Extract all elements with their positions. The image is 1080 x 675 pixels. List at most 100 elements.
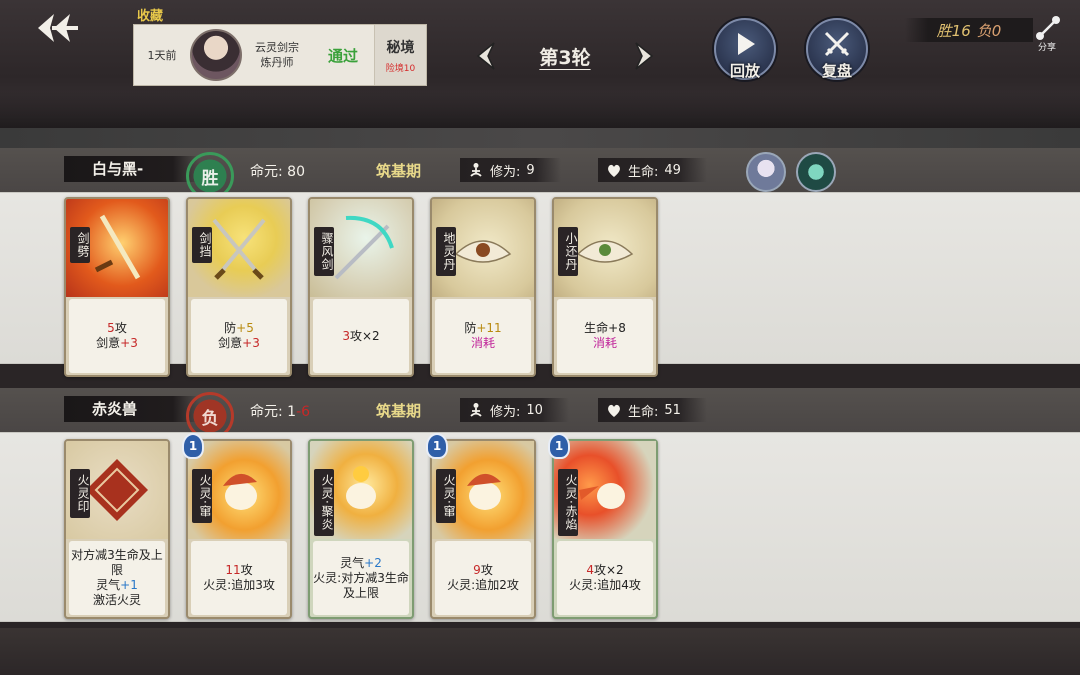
card-desc-line: 剑意+3: [218, 336, 260, 351]
player2-realm: 筑基期: [376, 402, 422, 420]
losses-count: 负0: [976, 21, 1002, 40]
seal-icon: [86, 459, 148, 521]
card-desc-line: 火灵:追加3攻: [203, 578, 275, 593]
player2-hp: 生命: 51: [598, 398, 707, 422]
card-desc-line: 灵气+1: [96, 578, 138, 593]
player2-card-3[interactable]: 火灵·聚炎 灵气+2 火灵:对方减3生命及上限: [308, 439, 414, 619]
fire-chick-icon: [579, 483, 625, 509]
card-desc-segment: 剑意: [218, 336, 243, 350]
record-sect: 云灵剑宗 炼丹师: [242, 40, 312, 70]
card-desc-line: 激活火灵: [93, 593, 141, 608]
player2-life-value-a: 1: [287, 404, 297, 420]
player1-cultivation: 修为: 9: [460, 158, 561, 182]
card-desc-segment: 攻×2: [593, 563, 624, 577]
play-icon: [738, 33, 755, 55]
card-desc-segment: 防: [224, 321, 237, 335]
card-desc: 5攻 剑意+3: [69, 299, 165, 373]
card-desc-line: 4攻×2: [586, 563, 623, 578]
wind-sword-icon: [334, 215, 394, 280]
card-desc-line: 5攻: [107, 321, 127, 336]
card-desc: 对方减3生命及上限 灵气+1 激活火灵: [69, 541, 165, 615]
player2-cultivation: 修为: 10: [460, 398, 569, 422]
player1-card-2[interactable]: 剑挡 防+5 剑意+3: [186, 197, 292, 377]
card-desc-segment: 4: [586, 563, 594, 577]
card-desc: 防+5 剑意+3: [191, 299, 287, 373]
player1-life-value: 80: [287, 164, 305, 180]
card-desc-segment: 激活火灵: [92, 593, 141, 607]
battle-record-card[interactable]: 1天前 云灵剑宗 炼丹师 通过 秘境 险境10: [133, 24, 427, 86]
card-desc-segment: +2: [364, 555, 382, 570]
player1-header: 白与黑- 胜 命元: 80 筑基期 修为: 9 生命: 49: [0, 148, 1080, 200]
card-desc-segment: +5: [236, 321, 254, 335]
pill-icon: [454, 240, 512, 263]
card-desc: 9攻 火灵:追加2攻: [435, 541, 531, 615]
card-desc-segment: +3: [242, 336, 260, 350]
card-desc-segment: 对方减3生命及上限: [71, 548, 163, 577]
player2-card-2[interactable]: 1 火灵·窜 11攻 火灵:追加3攻: [182, 433, 292, 619]
card-desc-segment: 9: [473, 563, 481, 577]
card-name: 剑劈: [70, 227, 90, 263]
card-desc-line: 防+11: [464, 321, 501, 336]
card-desc-segment: +3: [120, 336, 138, 350]
heart-drop-icon: [608, 164, 620, 177]
card-desc-line: 火灵:追加4攻: [569, 578, 641, 593]
next-round-button[interactable]: [626, 39, 660, 73]
card-desc-segment: 攻×2: [349, 328, 380, 343]
card-name: 地灵丹: [436, 227, 456, 276]
share-label: 分享: [1038, 43, 1057, 53]
card-desc-line: 11攻: [225, 563, 252, 578]
player1-cultivation-value: 9: [526, 162, 535, 178]
card-name: 火灵·窜: [436, 469, 456, 523]
player1-hp-value: 49: [664, 162, 681, 178]
back-button[interactable]: [30, 10, 82, 46]
right-arrow-icon: [635, 42, 654, 70]
card-desc-line: 对方减3生命及上限: [69, 548, 165, 578]
card-desc: 3攻×2: [313, 299, 409, 373]
player2-card-5[interactable]: 1 火灵·赤焰 4攻×2 火灵:追加4攻: [548, 433, 658, 619]
card-desc-line: 灵气+2: [340, 556, 382, 571]
meditation-icon: [470, 163, 482, 177]
record-result: 通过: [327, 46, 358, 65]
card-desc-line: 剑意+3: [96, 336, 138, 351]
level-badge: 1: [426, 433, 448, 459]
card-name: 火灵·窜: [192, 469, 212, 523]
card-desc-line: 火灵:追加2攻: [447, 578, 519, 593]
card-desc: 4攻×2 火灵:追加4攻: [557, 541, 653, 615]
record-sect-line1: 云灵剑宗: [255, 41, 299, 54]
player2-cultivation-value: 10: [526, 402, 543, 418]
player1-card-4[interactable]: 地灵丹 防+11 消耗: [430, 197, 536, 377]
card-desc-segment: 3: [342, 328, 350, 343]
record-time: 1天前: [147, 49, 177, 62]
player2-card-1[interactable]: 火灵印 对方减3生命及上限 灵气+1 激活火灵: [64, 439, 170, 619]
card-desc-line: 9攻: [473, 563, 493, 578]
card-desc-segment: 剑意: [96, 336, 121, 350]
replay-label: 回放: [729, 62, 760, 80]
card-desc-segment: 攻: [114, 321, 127, 335]
player2-life: 命元: 1-6: [250, 401, 310, 421]
sword-icon: [94, 214, 141, 280]
record-mode: 秘境 险境10: [374, 25, 426, 85]
pill-icon: [576, 240, 634, 263]
review-label: 复盘: [821, 62, 852, 80]
player2-card-4[interactable]: 1 火灵·窜 9攻 火灵:追加2攻: [426, 433, 536, 619]
win-loss-record: 胜16 负0: [905, 18, 1033, 42]
card-desc-segment: 灵气: [96, 578, 121, 592]
card-name: 小还丹: [558, 227, 578, 276]
favorites-label: 收藏: [137, 9, 164, 24]
prev-round-button[interactable]: [470, 39, 504, 73]
player1-life: 命元: 80: [250, 161, 305, 181]
player1-hp-label: 生命:: [628, 164, 659, 180]
record-mode-sub: 险境10: [385, 63, 416, 74]
player1-card-5[interactable]: 小还丹 生命+8 消耗: [552, 197, 658, 377]
card-desc-segment: 生命+8: [584, 321, 626, 335]
card-name: 剑挡: [192, 227, 212, 263]
player1-avatar[interactable]: [746, 152, 786, 192]
player1-companion-avatar[interactable]: [796, 152, 836, 192]
player1-card-1[interactable]: 剑劈 5攻 剑意+3: [64, 197, 170, 377]
player1-card-3[interactable]: 骤风剑 3攻×2: [308, 197, 414, 377]
card-desc-segment: 攻: [240, 563, 253, 577]
card-desc-segment: 5: [107, 321, 115, 335]
divider-band: [0, 128, 1080, 148]
card-desc-segment: +11: [476, 321, 502, 335]
record-sect-line2: 炼丹师: [260, 56, 294, 69]
